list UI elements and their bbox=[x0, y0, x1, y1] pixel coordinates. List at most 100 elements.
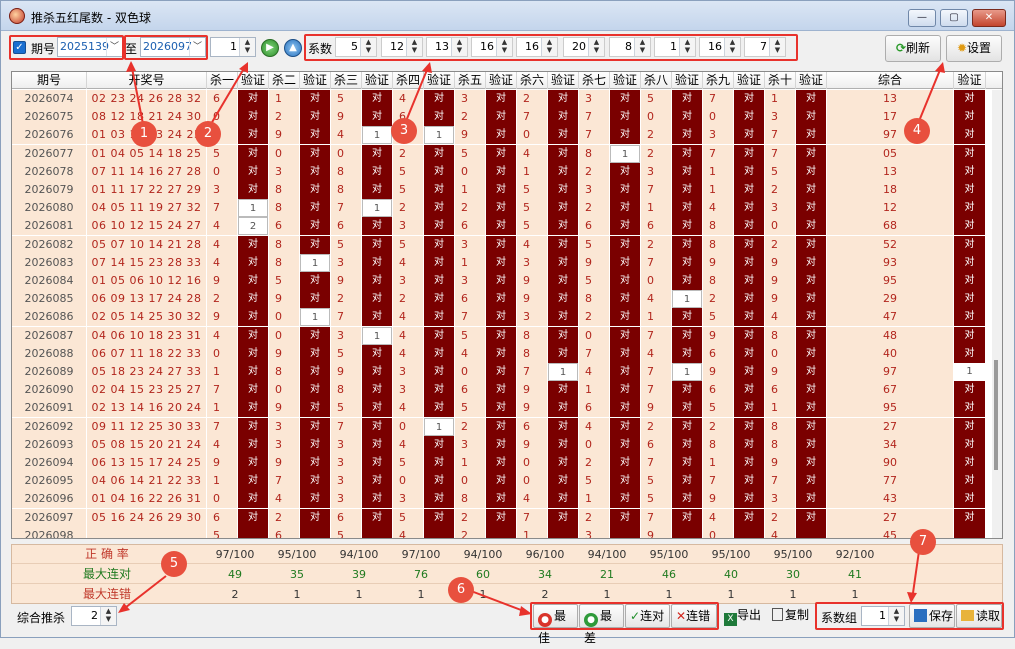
period-cell: 2026086 bbox=[12, 308, 86, 327]
kill-value-cell: 2 bbox=[455, 526, 485, 538]
column-header[interactable]: 验证 bbox=[610, 72, 641, 89]
column-header[interactable]: 杀七 bbox=[579, 72, 610, 89]
column-header[interactable]: 验证 bbox=[486, 72, 517, 89]
verify-cell: 对 bbox=[238, 272, 268, 290]
table-row[interactable]: 2026086 02 05 14 25 30 32 9 对 0 1 7 对 4 对 7 对 3 对 2 对 1 对… bbox=[12, 308, 992, 327]
column-header[interactable]: 杀二 bbox=[269, 72, 300, 89]
scroll-thumb[interactable] bbox=[994, 360, 998, 470]
verify-cell: 对 bbox=[300, 217, 330, 236]
combined-verify-cell: 对 bbox=[954, 90, 985, 108]
table-row[interactable]: 2026093 05 08 15 20 21 24 4 对 3 对 3 对 4 对 3 对 9 对 0 对 6 对… bbox=[12, 435, 992, 454]
column-header[interactable]: 验证 bbox=[300, 72, 331, 89]
column-header[interactable]: 杀三 bbox=[331, 72, 362, 89]
verify-cell: 对 bbox=[486, 199, 516, 218]
column-header[interactable]: 杀十 bbox=[765, 72, 796, 89]
table-row[interactable]: 2026075 08 12 18 21 24 30 0 对 2 对 9 对 6 对 2 对 7 对 7 对 0 对… bbox=[12, 108, 992, 127]
verify-cell: 对 bbox=[238, 326, 268, 345]
next-arrow-button[interactable]: ▶ bbox=[261, 39, 279, 57]
verify-cell: 对 bbox=[672, 381, 702, 400]
kill-value-cell: 8 bbox=[269, 363, 299, 381]
kill-value-cell: 5 bbox=[765, 162, 795, 181]
table-row[interactable]: 2026083 07 14 15 23 28 33 4 对 8 1 3 对 4 对 1 对 3 对 9 对 7 对… bbox=[12, 253, 992, 272]
period-cell: 2026081 bbox=[12, 217, 86, 236]
stepper-arrows-icon[interactable]: ▲ ▼ bbox=[100, 607, 116, 625]
table-row[interactable]: 2026074 02 23 24 26 28 32 6 对 1 对 5 对 4 对 3 对 2 对 3 对 5 对… bbox=[12, 90, 992, 108]
kill-value-cell: 5 bbox=[393, 454, 423, 472]
table-row[interactable]: 2026098 5 6 5 4 2 1 3 9 0 4 45 bbox=[12, 526, 992, 538]
table-row[interactable]: 2026089 05 18 23 24 27 33 1 对 8 对 9 对 3 对 0 对 7 1 4 对 7 1… bbox=[12, 363, 992, 381]
combined-verify-cell: 对 bbox=[954, 162, 985, 181]
up-arrow-button[interactable]: ▲ bbox=[284, 39, 302, 57]
table-row[interactable]: 2026091 02 13 14 16 20 24 1 对 9 对 5 对 4 对 5 对 9 对 6 对 9 对… bbox=[12, 399, 992, 418]
column-header[interactable]: 验证 bbox=[734, 72, 765, 89]
export-button[interactable]: X 导出 bbox=[720, 604, 766, 628]
table-row[interactable]: 2026090 02 04 15 23 25 27 7 对 0 对 8 对 3 对 6 对 9 对 1 对 7 对… bbox=[12, 381, 992, 400]
combined-verify-cell: 对 bbox=[954, 272, 985, 290]
table-row[interactable]: 2026082 05 07 10 14 21 28 4 对 8 对 5 对 5 对 3 对 4 对 5 对 2 对… bbox=[12, 235, 992, 254]
column-header[interactable]: 验证 bbox=[672, 72, 703, 89]
table-row[interactable]: 2026087 04 06 10 18 23 31 4 对 0 对 3 1 4 对 5 对 8 对 0 对 7 对… bbox=[12, 326, 992, 345]
kill-value-cell: 9 bbox=[641, 399, 671, 418]
column-header[interactable]: 杀一 bbox=[207, 72, 238, 89]
table-row[interactable]: 2026079 01 11 17 22 27 29 3 对 8 对 8 对 5 对 1 对 5 对 3 对 7 对… bbox=[12, 181, 992, 199]
annotation-box-1 bbox=[9, 35, 124, 60]
table-row[interactable]: 2026084 01 05 06 10 12 16 9 对 5 对 9 对 3 对 3 对 9 对 5 对 0 对… bbox=[12, 272, 992, 290]
refresh-button[interactable]: ⟳刷新 bbox=[885, 35, 941, 62]
kill-value-cell: 7 bbox=[641, 454, 671, 472]
stats-panel: 正 确 率 97/100 95/100 94/100 97/100 94/100 96/10… bbox=[11, 544, 1003, 604]
table-row[interactable]: 202607601 03 11 13 24 252对9对41519对0对7对2对… bbox=[12, 126, 992, 145]
maximize-button[interactable]: ▢ bbox=[940, 9, 968, 27]
column-header[interactable]: 期号 bbox=[12, 72, 87, 89]
column-header[interactable]: 验证 bbox=[796, 72, 827, 89]
verify-cell: 1 bbox=[424, 126, 454, 145]
verify-cell: 对 bbox=[424, 399, 454, 418]
table-row[interactable]: 2026094 06 13 15 17 24 25 9 对 9 对 3 对 5 对 1 对 0 对 2 对 7 对… bbox=[12, 454, 992, 472]
column-header[interactable]: 验证 bbox=[548, 72, 579, 89]
combined-value-cell: 27 bbox=[827, 417, 953, 436]
step-stepper[interactable]: 1 ▲ ▼ bbox=[210, 37, 256, 57]
table-row[interactable]: 2026088 06 07 11 18 22 33 0 对 9 对 5 对 4 对 4 对 8 对 7 对 4 对… bbox=[12, 344, 992, 363]
kill-value-cell: 3 bbox=[331, 472, 361, 491]
column-header[interactable]: 杀四 bbox=[393, 72, 424, 89]
kill-value-cell: 1 bbox=[269, 90, 299, 108]
combined-value-cell: 95 bbox=[827, 272, 953, 290]
vertical-scrollbar[interactable] bbox=[992, 90, 1002, 538]
table-row[interactable]: 2026096 01 04 16 22 26 31 0 对 4 对 3 对 3 对 8 对 4 对 1 对 5 对… bbox=[12, 490, 992, 509]
close-button[interactable]: ✕ bbox=[972, 9, 1006, 27]
column-header[interactable]: 开奖号 bbox=[87, 72, 207, 89]
kill-value-cell: 2 bbox=[641, 144, 671, 163]
column-header[interactable]: 杀六 bbox=[517, 72, 548, 89]
combined-verify-cell: 对 bbox=[954, 435, 985, 454]
column-header[interactable]: 验证 bbox=[238, 72, 269, 89]
kill-value-cell: 9 bbox=[207, 454, 237, 472]
kill-value-cell: 7 bbox=[207, 199, 237, 218]
table-row[interactable]: 2026080 04 05 11 19 27 32 7 1 8 对 7 1 2 对 2 对 5 对 2 对 1 对… bbox=[12, 199, 992, 218]
stat-value: 40 bbox=[724, 568, 738, 581]
kill-value-cell: 0 bbox=[765, 217, 795, 236]
combined-stepper[interactable]: 2 ▲ ▼ bbox=[71, 606, 117, 626]
verify-cell: 1 bbox=[238, 199, 268, 218]
verify-cell: 对 bbox=[238, 308, 268, 327]
column-header[interactable]: 杀九 bbox=[703, 72, 734, 89]
table-row[interactable]: 2026095 04 06 14 21 22 33 1 对 7 对 3 对 0 对 0 对 0 对 5 对 5 对… bbox=[12, 472, 992, 491]
column-header[interactable]: 杀八 bbox=[641, 72, 672, 89]
column-header[interactable]: 综合 bbox=[827, 72, 954, 89]
table-row[interactable]: 2026077 01 04 05 14 18 25 5 对 0 对 0 对 2 对 5 对 4 对 8 1 2 对… bbox=[12, 144, 992, 163]
kill-value-cell: 3 bbox=[393, 381, 423, 400]
stat-value: 94/100 bbox=[463, 548, 503, 561]
table-row[interactable]: 2026081 06 10 12 15 24 27 4 2 6 对 6 对 3 对 6 对 5 对 6 对 6 对… bbox=[12, 217, 992, 236]
minimize-button[interactable]: — bbox=[908, 9, 936, 27]
column-header[interactable]: 杀五 bbox=[455, 72, 486, 89]
table-row[interactable]: 2026078 07 11 14 16 27 28 0 对 3 对 8 对 5 对 0 对 1 对 2 对 3 对… bbox=[12, 162, 992, 181]
column-header[interactable]: 验证 bbox=[424, 72, 455, 89]
stepper-arrows-icon[interactable]: ▲ ▼ bbox=[239, 38, 255, 56]
kill-value-cell: 8 bbox=[517, 326, 547, 345]
column-header[interactable]: 验证 bbox=[954, 72, 986, 89]
table-row[interactable]: 2026092 09 11 12 25 30 33 7 对 3 对 7 对 0 1 2 对 6 对 4 对 2 对… bbox=[12, 417, 992, 436]
verify-cell: 对 bbox=[734, 308, 764, 327]
table-row[interactable]: 2026085 06 09 13 17 24 28 2 对 9 对 2 对 2 对 6 对 9 对 8 对 4 1… bbox=[12, 290, 992, 309]
settings-button[interactable]: ✹设置 bbox=[946, 35, 1002, 62]
column-header[interactable]: 验证 bbox=[362, 72, 393, 89]
copy-button[interactable]: 复制 bbox=[768, 604, 814, 628]
table-row[interactable]: 2026097 05 16 24 26 29 30 6 对 2 对 6 对 5 对 2 对 7 对 2 对 7 对… bbox=[12, 508, 992, 527]
